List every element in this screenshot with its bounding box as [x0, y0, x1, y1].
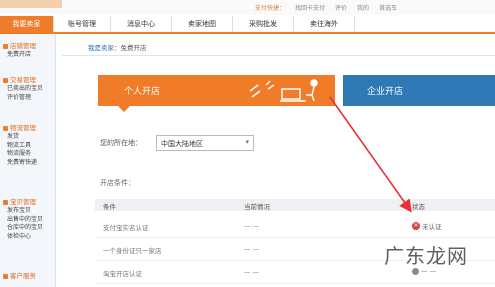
sidebar-item-ship[interactable]: 发货	[0, 133, 55, 142]
conditions-title: 开店条件：	[100, 179, 135, 187]
condition-cell: 一个身份证只一家店	[103, 247, 162, 255]
main-nav: 我要卖家 账号管理 消息中心 卖家地图 采购批发 卖往海外	[0, 16, 495, 34]
breadcrumb-current: 免费开店	[120, 44, 147, 52]
sidebar-group-title: 交易管理	[0, 76, 55, 85]
column-header: 当前情况	[244, 203, 270, 211]
breadcrumb: 我是卖家：免费开店	[88, 42, 147, 52]
current-cell: — —	[244, 245, 260, 253]
region-value: 中国大陆地区	[161, 140, 203, 148]
status-cell: ✕ 未认证	[412, 221, 442, 231]
watermark: 广东龙网	[384, 244, 468, 268]
business-shop-card[interactable]: 企业开店	[343, 75, 495, 106]
shop-owner-illustration	[249, 79, 318, 102]
sidebar-group-service: 客户服务	[0, 272, 55, 281]
sidebar-item-tools[interactable]: 物流工具	[0, 142, 55, 151]
sidebar-group-title: 店铺管理	[0, 42, 55, 51]
sidebar-item-reviews[interactable]: 评价管理	[0, 94, 55, 103]
sidebar-group-title: 客户服务	[0, 272, 55, 281]
current-cell: — —	[244, 268, 260, 276]
condition-cell: 淘宝开店认证	[103, 270, 142, 278]
chevron-down-icon: ▾	[245, 138, 249, 146]
tab-seller-map[interactable]: 卖家地图	[172, 16, 233, 32]
region-select[interactable]: 中国大陆地区 ▾	[156, 135, 254, 151]
condition-cell: 支付宝实名认证	[103, 224, 149, 232]
tab-seller[interactable]: 我要卖家	[0, 16, 54, 32]
personal-shop-card[interactable]: 个人开店	[98, 75, 335, 112]
region-label: 您的所在地：	[100, 139, 142, 147]
sidebar-item-publish[interactable]: 发布宝贝	[0, 207, 55, 216]
personal-shop-label: 个人开店	[124, 87, 161, 97]
sidebar-item-checkup[interactable]: 体检中心	[0, 233, 55, 242]
current-cell: — —	[244, 222, 260, 230]
business-shop-label: 企业开店	[367, 87, 404, 97]
conditions-table-header: 条件 当前情况 状态	[95, 199, 495, 211]
sidebar-item-warehouse[interactable]: 仓库中的宝贝	[0, 224, 55, 233]
sidebar-group-logistics: 物流管理 发货 物流工具 物流服务 免费寄快递	[0, 124, 55, 167]
sidebar-item-services[interactable]: 物流服务	[0, 150, 55, 159]
top-link[interactable]: 支付快捷：	[255, 3, 285, 12]
sidebar-group-shop: 店铺管理 免费开店	[0, 42, 55, 60]
sidebar-item-sold[interactable]: 已卖出的宝贝	[0, 85, 55, 94]
tab-account[interactable]: 账号管理	[54, 16, 111, 32]
tab-overseas[interactable]: 卖往海外	[294, 16, 355, 32]
table-row: 支付宝实名认证 — — ✕ 未认证	[95, 216, 495, 238]
divider	[62, 55, 495, 56]
status-text: 未认证	[422, 223, 442, 231]
sidebar-group-items: 宝贝管理 发布宝贝 出售中的宝贝 仓库中的宝贝 体检中心	[0, 198, 55, 241]
tab-messages[interactable]: 消息中心	[111, 16, 172, 32]
logo	[0, 0, 62, 8]
sidebar-item-free-express[interactable]: 免费寄快递	[0, 159, 55, 168]
sidebar-item-free-shop[interactable]: 免费开店	[0, 51, 55, 60]
breadcrumb-home[interactable]: 我是卖家	[88, 44, 114, 52]
sidebar-item-on-sale[interactable]: 出售中的宝贝	[0, 216, 55, 225]
sidebar-group-trade: 交易管理 已卖出的宝贝 评价管理	[0, 76, 55, 102]
top-bar: 支付快捷： 找回卡支付 评价 我的 首选车	[0, 0, 495, 15]
sidebar: 店铺管理 免费开店 交易管理 已卖出的宝贝 评价管理 物流管理 发货 物流工具 …	[0, 34, 56, 287]
top-link[interactable]: 我的	[357, 3, 369, 12]
top-link[interactable]: 找回卡支付	[295, 3, 325, 12]
sidebar-group-title: 物流管理	[0, 124, 55, 133]
sidebar-group-title: 宝贝管理	[0, 198, 55, 207]
error-icon: ✕	[412, 222, 420, 230]
column-header: 条件	[103, 203, 116, 211]
top-links: 支付快捷： 找回卡支付 评价 我的 首选车	[255, 3, 397, 12]
top-link[interactable]: 评价	[335, 3, 347, 12]
column-header: 状态	[412, 203, 425, 211]
tab-wholesale[interactable]: 采购批发	[233, 16, 294, 32]
top-link[interactable]: 首选车	[379, 3, 397, 12]
